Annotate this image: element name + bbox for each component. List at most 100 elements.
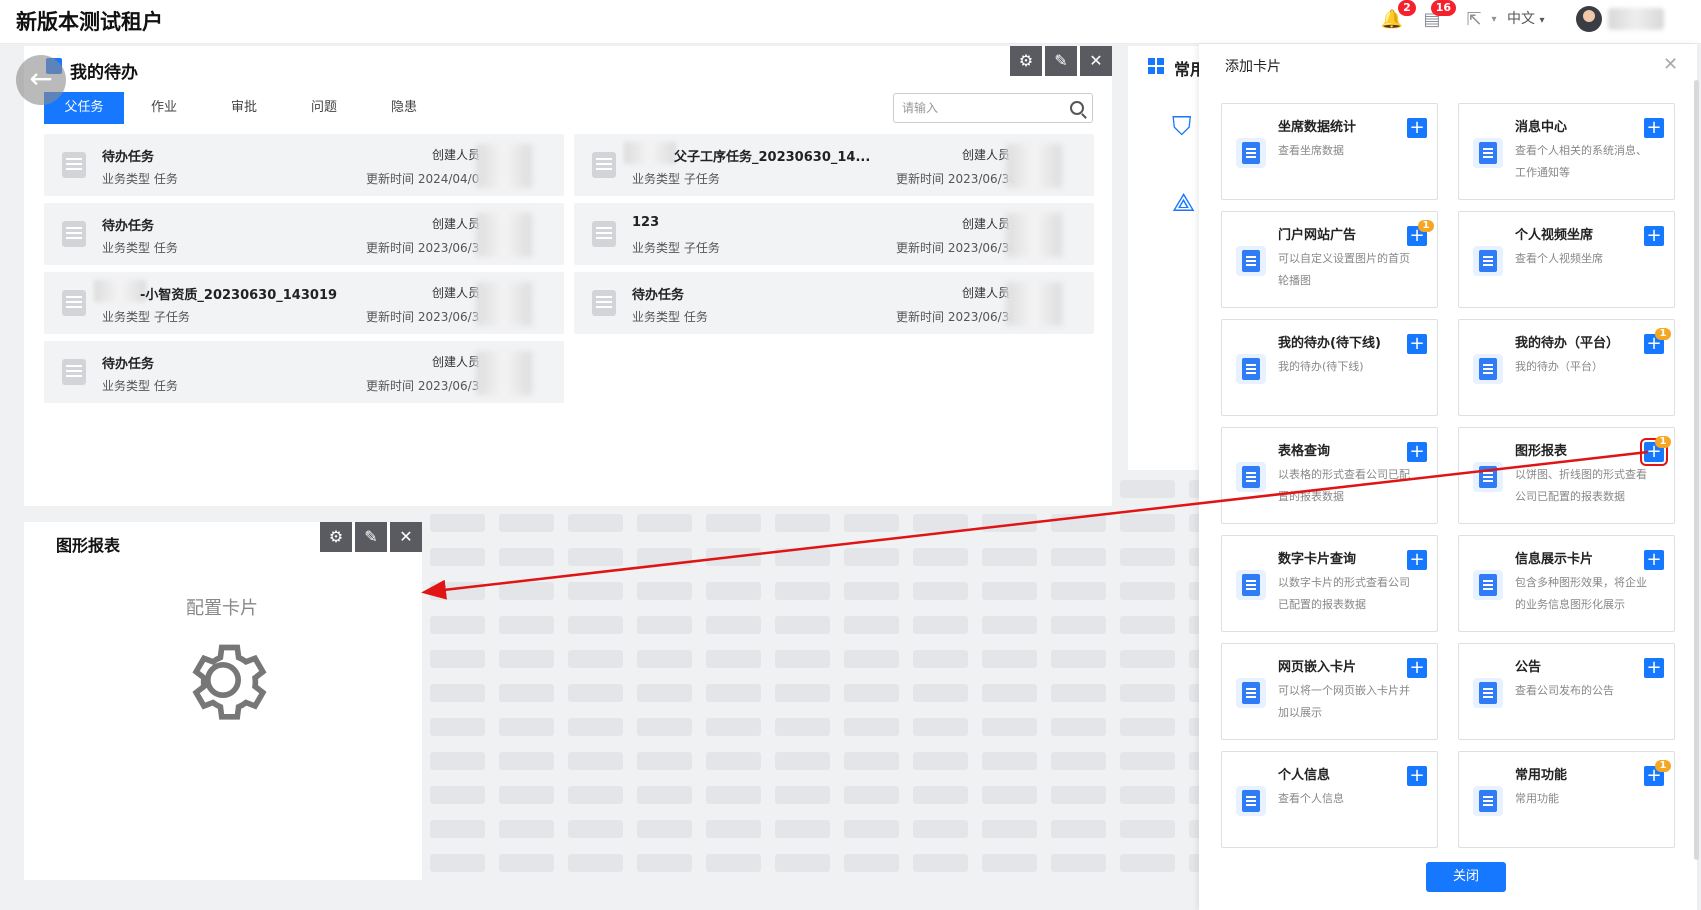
task-item[interactable]: 待办任务 业务类型 任务 创建人员 更新时间 2023/06/3 [44,203,564,265]
grid-cell [1051,582,1106,600]
task-icon [62,221,86,247]
card-option-desc: 可以自定义设置图片的首页轮播图 [1278,252,1410,287]
card-option[interactable]: 常用功能 常用功能 +1 [1458,751,1675,848]
close-button[interactable]: 关闭 [1426,862,1506,892]
grid-cell [1120,514,1175,532]
grid-cell [706,650,761,668]
language-selector[interactable]: 中文 ▾ [1507,8,1544,28]
tab-issue[interactable]: 问题 [284,92,364,124]
scrollbar[interactable] [1694,80,1699,860]
tenant-title: 新版本测试租户 [16,10,163,34]
grid-cell [775,786,830,804]
gear-icon[interactable] [171,628,275,732]
search-icon[interactable] [1070,101,1084,115]
grid-cell [844,820,899,838]
settings-icon[interactable]: ⚙ [1010,46,1042,76]
add-card-button[interactable]: + [1644,226,1664,246]
add-card-button[interactable]: + [1407,442,1427,462]
task-updated: 更新时间 2023/06/3 [366,310,480,324]
card-option[interactable]: 我的待办（平台） 我的待办（平台） +1 [1458,319,1675,416]
add-card-button[interactable]: + [1407,118,1427,138]
grid-cell [430,650,485,668]
task-item[interactable]: 待办任务 业务类型 任务 创建人员 更新时间 2024/04/0 [44,134,564,196]
tab-hazard[interactable]: 隐患 [364,92,444,124]
grid-cell [1051,650,1106,668]
grid-cell [844,752,899,770]
configure-card-label[interactable]: 配置卡片 [186,594,258,620]
card-option[interactable]: 消息中心 查看个人相关的系统消息、工作通知等 + [1458,103,1675,200]
grid-cell [844,854,899,872]
task-name: 待办任务 [632,288,685,303]
grid-cell [1120,718,1175,736]
network-icon[interactable]: ⟁ [1172,188,1195,219]
grid-cell [1051,718,1106,736]
card-option[interactable]: 公告 查看公司发布的公告 + [1458,643,1675,740]
grid-cell [568,786,623,804]
bell-icon[interactable]: 🔔 2 [1380,0,1416,32]
task-item[interactable]: 待办任务 业务类型 任务 创建人员 更新时间 2023/06/30 [574,272,1094,334]
card-option[interactable]: 个人视频坐席 查看个人视频坐席 + [1458,211,1675,308]
card-option[interactable]: 数字卡片查询 以数字卡片的形式查看公司已配置的报表数据 + [1221,535,1438,632]
count-badge: 1 [1655,436,1671,448]
task-item[interactable]: 待办任务 业务类型 任务 创建人员 更新时间 2023/06/3 [44,341,564,403]
grid-cell [1120,616,1175,634]
task-name: 待办任务 [102,357,155,372]
task-item[interactable]: 123 业务类型 子任务 创建人员 更新时间 2023/06/30 [574,203,1094,265]
card-option[interactable]: 表格查询 以表格的形式查看公司已配置的报表数据 + [1221,427,1438,524]
add-card-button[interactable]: + [1407,334,1427,354]
grid-cell [1051,548,1106,566]
tab-approval[interactable]: 审批 [204,92,284,124]
add-card-button[interactable]: + [1407,658,1427,678]
layout-grid [430,480,1244,880]
language-label: 中文 [1507,11,1535,27]
task-list-icon[interactable]: ▤ 16 [1420,0,1456,32]
card-option-name: 表格查询 [1278,444,1331,459]
card-option[interactable]: 门户网站广告 可以自定义设置图片的首页轮播图 +1 [1221,211,1438,308]
task-icon [592,152,616,178]
task-item[interactable]: 父子工序任务_20230630_14... 业务类型 子任务 创建人员 更新时间… [574,134,1094,196]
grid-cell [637,786,692,804]
card-option-desc: 我的待办（平台） [1515,360,1603,373]
pin-icon[interactable]: ✎ [1045,46,1077,76]
card-option-desc: 查看个人相关的系统消息、工作通知等 [1515,144,1647,179]
back-button[interactable]: ← [16,55,66,105]
card-option-desc: 查看公司发布的公告 [1515,684,1614,697]
grid-cell [706,786,761,804]
grid-cell [913,786,968,804]
shield-icon[interactable]: ⛉ [1172,112,1192,143]
grid-cell [982,514,1037,532]
card-option[interactable]: 个人信息 查看个人信息 + [1221,751,1438,848]
grid-cell [637,752,692,770]
card-option[interactable]: 信息展示卡片 包含多种图形效果，将企业的业务信息图形化展示 + [1458,535,1675,632]
avatar[interactable] [1576,6,1602,32]
add-card-button[interactable]: + [1644,658,1664,678]
task-type: 业务类型 子任务 [632,172,720,186]
add-card-button[interactable]: + [1644,550,1664,570]
card-option[interactable]: 我的待办(待下线) 我的待办(待下线) + [1221,319,1438,416]
task-creator: 创建人员 [432,148,481,162]
pin-icon[interactable]: ✎ [355,522,387,552]
todo-card-tools: ⚙ ✎ ✕ [1010,46,1112,76]
search-input[interactable]: 请输入 [893,93,1093,123]
chevron-down-icon[interactable]: ▾ [1482,8,1506,32]
close-icon[interactable]: ✕ [1080,46,1112,76]
close-icon[interactable]: ✕ [1663,54,1678,75]
card-option[interactable]: 图形报表 以饼图、折线图的形式查看公司已配置的报表数据 +1 [1458,427,1675,524]
close-icon[interactable]: ✕ [390,522,422,552]
add-card-button[interactable]: + [1407,550,1427,570]
add-card-button[interactable]: + [1644,118,1664,138]
card-option[interactable]: 网页嵌入卡片 可以将一个网页嵌入卡片并加以展示 + [1221,643,1438,740]
grid-cell [1051,820,1106,838]
grid-cell [568,650,623,668]
task-item[interactable]: -小智资质_20230630_143019 业务类型 子任务 创建人员 更新时间… [44,272,564,334]
settings-icon[interactable]: ⚙ [320,522,352,552]
card-option[interactable]: 坐席数据统计 查看坐席数据 + [1221,103,1438,200]
grid-cell [499,752,554,770]
task-creator: 创建人员 [432,217,481,231]
grid-cell [568,752,623,770]
add-card-button[interactable]: + [1407,766,1427,786]
grid-cell [430,786,485,804]
tab-job[interactable]: 作业 [124,92,204,124]
grid-cell [499,786,554,804]
grid-cell [913,684,968,702]
